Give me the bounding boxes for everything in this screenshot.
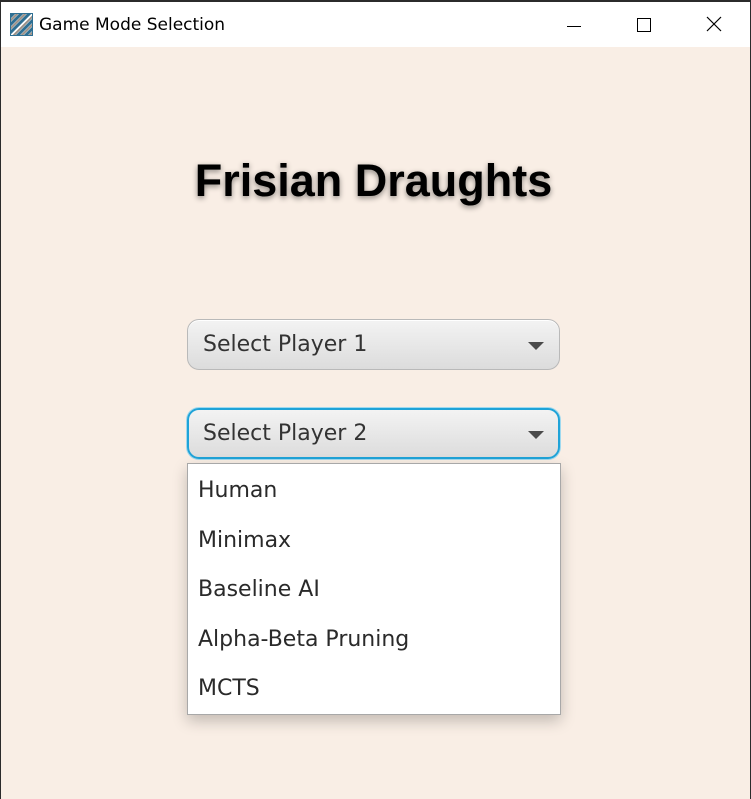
game-mode-window: Game Mode Selection Frisian Draughts Sel… bbox=[0, 0, 751, 799]
player1-select-value: Select Player 1 bbox=[203, 332, 368, 357]
chevron-down-icon bbox=[528, 431, 544, 439]
player1-select[interactable]: Select Player 1 bbox=[187, 319, 560, 370]
close-icon bbox=[706, 16, 722, 32]
main-content: Frisian Draughts Select Player 1 Select … bbox=[1, 47, 750, 799]
player2-options-list: Human Minimax Baseline AI Alpha-Beta Pru… bbox=[187, 463, 561, 715]
game-title-heading: Frisian Draughts bbox=[194, 155, 553, 206]
minimize-icon bbox=[567, 26, 581, 27]
minimize-button[interactable] bbox=[551, 2, 597, 47]
close-button[interactable] bbox=[691, 2, 737, 47]
option-mcts[interactable]: MCTS bbox=[198, 675, 260, 703]
option-baseline-ai[interactable]: Baseline AI bbox=[198, 576, 320, 604]
app-checker-icon bbox=[10, 13, 33, 36]
option-minimax[interactable]: Minimax bbox=[198, 527, 291, 555]
title-bar[interactable]: Game Mode Selection bbox=[1, 2, 750, 47]
option-alpha-beta-pruning[interactable]: Alpha-Beta Pruning bbox=[198, 626, 409, 654]
maximize-icon bbox=[637, 18, 651, 32]
chevron-down-icon bbox=[528, 342, 544, 350]
player2-select-value: Select Player 2 bbox=[203, 421, 368, 446]
player2-select[interactable]: Select Player 2 bbox=[187, 408, 560, 459]
option-human[interactable]: Human bbox=[198, 477, 277, 505]
maximize-button[interactable] bbox=[621, 2, 667, 47]
window-title: Game Mode Selection bbox=[39, 15, 226, 35]
